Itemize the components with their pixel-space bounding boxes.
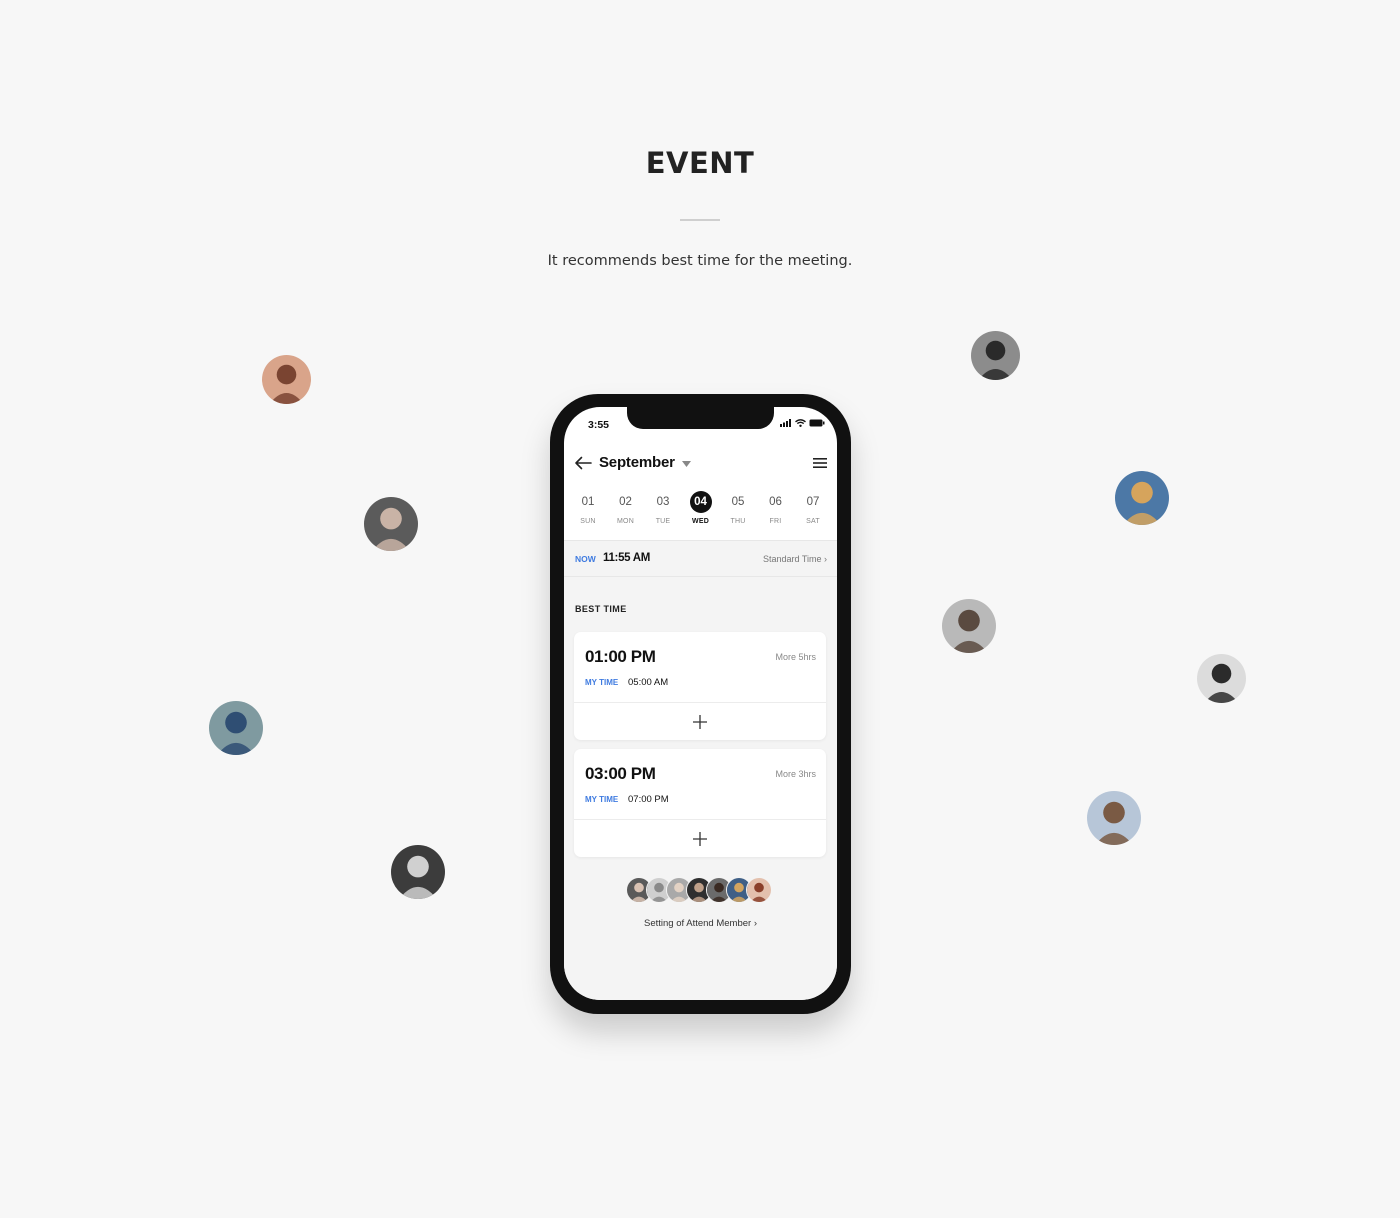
phone-notch (627, 407, 774, 429)
add-button[interactable] (574, 820, 826, 857)
slot-duration: More 3hrs (775, 769, 816, 779)
top-nav: September (564, 450, 837, 476)
now-bar: NOW 11:55 AM Standard Time › (564, 540, 837, 577)
title-divider (680, 219, 720, 221)
day-number: 01 (581, 496, 595, 508)
avatar-couple (942, 599, 996, 653)
attend-member-link[interactable]: Setting of Attend Member › (564, 918, 837, 929)
chevron-down-icon[interactable] (682, 461, 691, 467)
slot-time: 03:00 PM (585, 764, 656, 783)
best-time-card[interactable]: 03:00 PM More 3hrs MY TIME 07:00 PM (574, 749, 826, 857)
day-number: 04 (689, 491, 712, 513)
slot-duration: More 5hrs (775, 652, 816, 662)
best-time-heading: BEST TIME (575, 604, 627, 614)
avatar-blue-sky (1115, 471, 1169, 525)
page-subtitle: It recommends best time for the meeting. (547, 253, 853, 269)
phone-mockup: 3:55 September 01 SUN 02 MON 03 TUE 04 W… (550, 394, 851, 1014)
avatar-back-woman (1087, 791, 1141, 845)
slot-time: 01:00 PM (585, 647, 656, 666)
attend-member-avatars[interactable] (626, 877, 772, 903)
day-number: 07 (806, 496, 820, 508)
avatar-glasses-woman (262, 355, 311, 404)
avatar-cap-man (1197, 654, 1246, 703)
day-name: FRI (769, 518, 782, 525)
menu-icon[interactable] (813, 457, 827, 469)
day-number: 05 (731, 496, 745, 508)
avatar-hood-woman (971, 331, 1020, 380)
page-title: EVENT (645, 146, 755, 180)
day-name: TUE (655, 518, 671, 525)
standard-time-label: Standard Time (762, 554, 822, 564)
my-time-label: MY TIME (585, 678, 619, 687)
now-time: 11:55 AM (603, 552, 651, 564)
avatar-dark-woman (364, 497, 418, 551)
day-name: THU (730, 518, 746, 525)
member-avatar (746, 877, 772, 903)
day-wed[interactable]: 04 WED (686, 491, 716, 531)
my-time-value: 05:00 AM (628, 677, 669, 688)
day-fri[interactable]: 06 FRI (761, 491, 791, 531)
battery-icon (809, 419, 825, 427)
best-time-card[interactable]: 01:00 PM More 5hrs MY TIME 05:00 AM (574, 632, 826, 740)
phone-screen: 3:55 September 01 SUN 02 MON 03 TUE 04 W… (564, 407, 837, 1000)
day-number: 03 (656, 496, 670, 508)
day-sat[interactable]: 07 SAT (798, 491, 828, 531)
day-number: 02 (619, 496, 632, 508)
day-name: MON (617, 518, 634, 525)
plus-icon (693, 714, 707, 729)
plus-icon (693, 831, 707, 846)
standard-time-link[interactable]: Standard Time › (763, 554, 827, 564)
back-arrow-icon[interactable] (574, 456, 592, 470)
add-button[interactable] (574, 703, 826, 740)
day-sun[interactable]: 01 SUN (573, 491, 603, 531)
day-name: SUN (580, 518, 596, 525)
day-tue[interactable]: 03 TUE (648, 491, 678, 531)
signal-icon (780, 419, 791, 427)
avatar-bw-street (391, 845, 445, 899)
avatar-blue-jacket (209, 701, 263, 755)
now-label: NOW (575, 554, 596, 564)
best-time-section: BEST TIME 01:00 PM More 5hrs MY TIME 05:00 … (564, 577, 837, 1000)
status-icons (780, 419, 825, 427)
month-selector[interactable]: September (599, 454, 675, 471)
my-time-value: 07:00 PM (628, 794, 669, 805)
day-selector: 01 SUN 02 MON 03 TUE 04 WED 05 THU 06 FRI 07 SAT (573, 491, 828, 531)
day-name: SAT (806, 518, 820, 525)
status-time: 3:55 (588, 419, 610, 431)
day-mon[interactable]: 02 MON (611, 491, 641, 531)
my-time-label: MY TIME (585, 795, 619, 804)
day-number: 06 (769, 496, 782, 508)
wifi-icon (795, 419, 806, 427)
day-name: WED (692, 518, 709, 525)
day-thu[interactable]: 05 THU (723, 491, 753, 531)
attend-member-label: Setting of Attend Member (643, 918, 752, 929)
